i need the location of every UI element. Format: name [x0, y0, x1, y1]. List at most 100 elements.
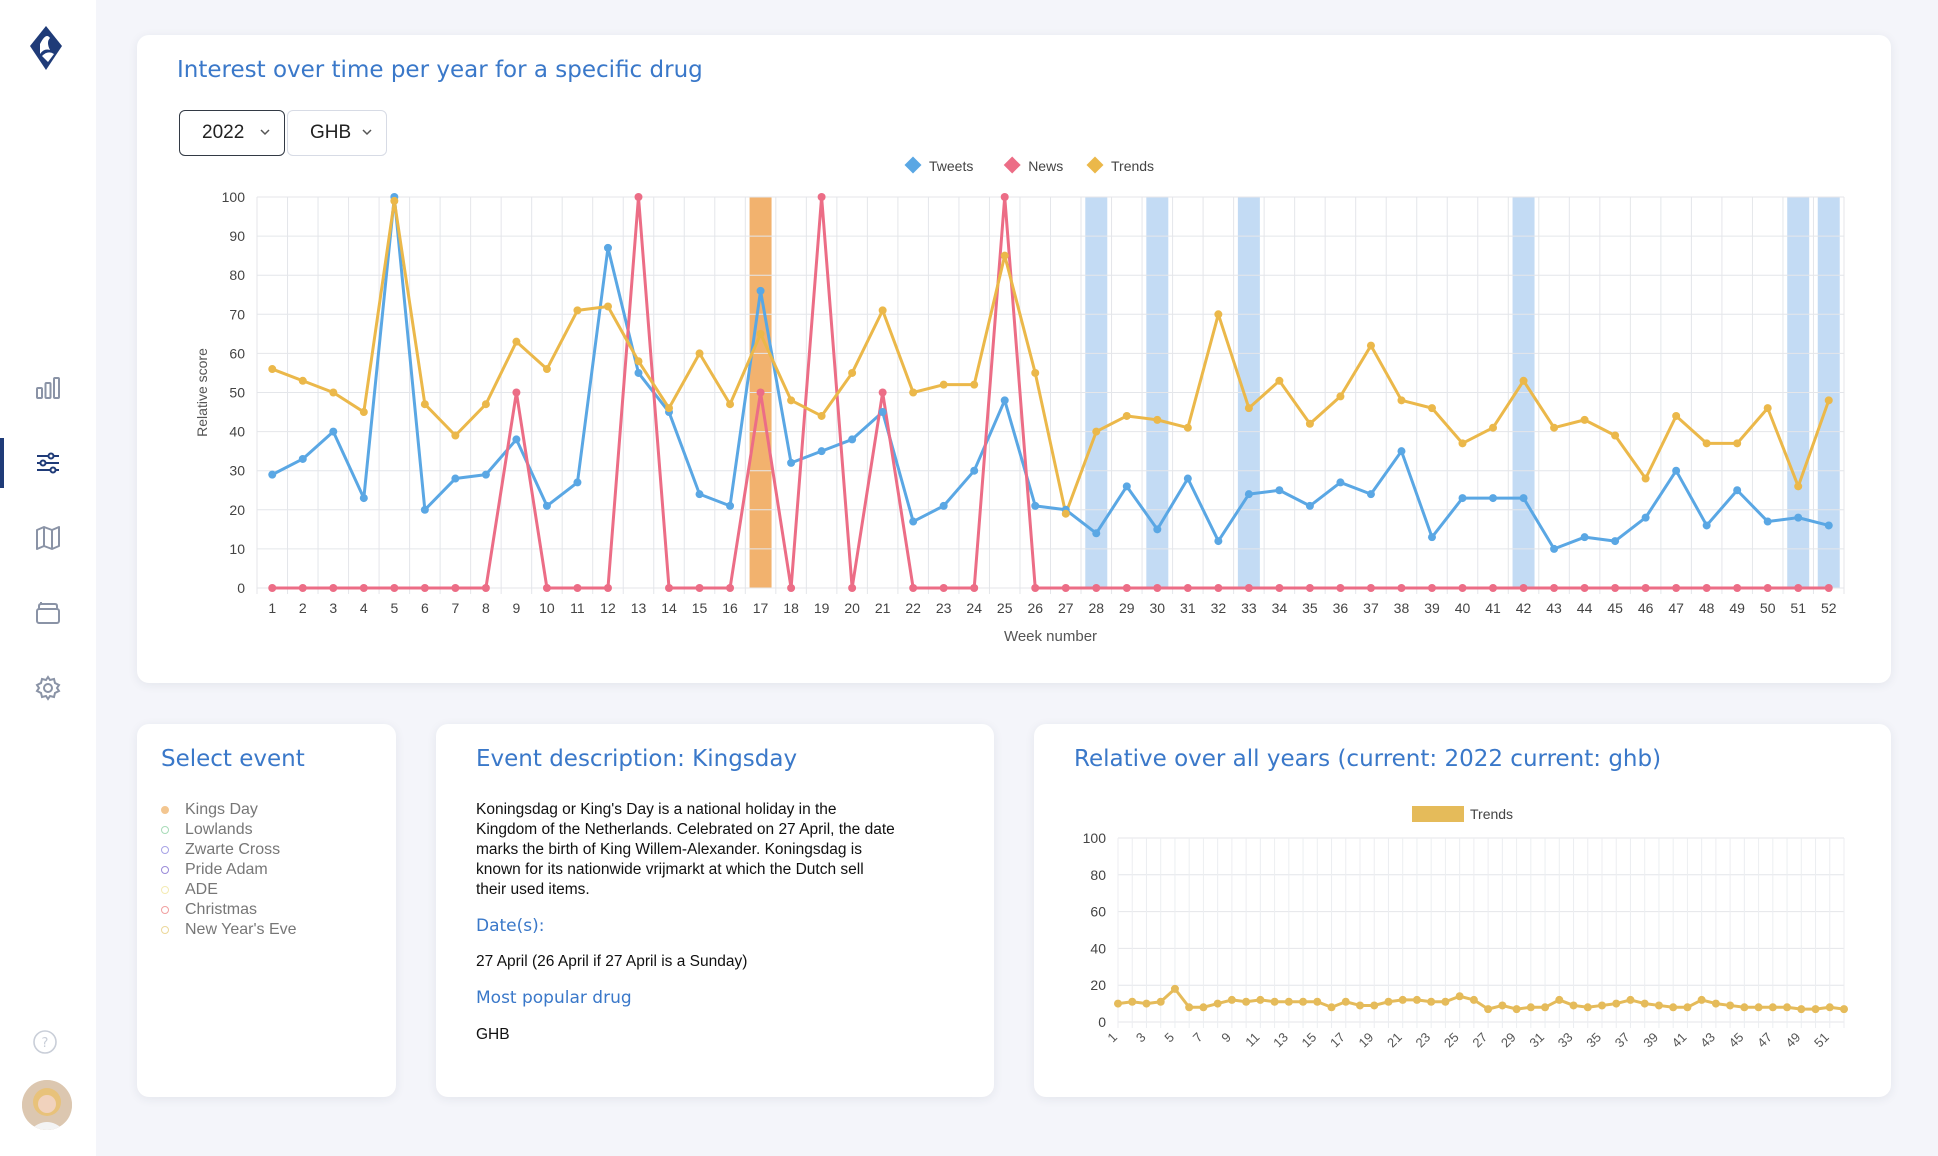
x-axis-label: Week number — [1004, 628, 1097, 645]
event-item[interactable]: Zwarte Cross — [161, 840, 297, 860]
data-point-tweets — [542, 501, 551, 510]
nav-item-charts[interactable] — [0, 363, 96, 413]
data-point-news — [1000, 193, 1009, 201]
question-icon[interactable]: ? — [32, 1029, 58, 1055]
data-point-trends — [573, 306, 582, 315]
x-tick-label: 37 — [1612, 1030, 1633, 1051]
data-point-news — [848, 584, 857, 592]
data-point-tweets — [268, 470, 277, 479]
avatar[interactable] — [22, 1080, 72, 1130]
data-point-tweets — [1092, 529, 1101, 538]
y-tick-label: 40 — [1090, 940, 1106, 956]
data-point-tweets — [512, 435, 521, 444]
nav-item-settings[interactable] — [0, 663, 96, 713]
data-point-trends — [1327, 1003, 1336, 1012]
event-item[interactable]: New Year's Eve — [161, 920, 297, 940]
gear-icon — [35, 675, 61, 701]
data-point-tweets — [695, 490, 704, 499]
data-point-trends — [1356, 1001, 1364, 1010]
data-point-news — [420, 584, 429, 592]
x-tick-label: 29 — [1498, 1030, 1519, 1051]
data-point-tweets — [329, 427, 338, 436]
nav-item-map[interactable] — [0, 513, 96, 563]
data-point-tweets — [298, 454, 307, 463]
x-tick-label: 31 — [1526, 1030, 1547, 1051]
x-tick-label: 10 — [539, 600, 555, 616]
data-point-tweets — [756, 286, 765, 295]
data-point-trends — [1336, 392, 1345, 401]
event-dot-icon — [161, 886, 169, 894]
data-point-trends — [1702, 439, 1711, 448]
data-point-news — [1275, 584, 1284, 592]
data-point-trends — [1840, 1005, 1848, 1014]
data-point-trends — [1640, 999, 1649, 1008]
data-point-tweets — [1550, 544, 1559, 553]
x-tick-label: 5 — [390, 600, 398, 616]
data-point-trends — [1550, 423, 1559, 432]
nav-item-archive[interactable] — [0, 588, 96, 638]
data-point-news — [939, 584, 948, 592]
x-tick-label: 45 — [1726, 1030, 1747, 1051]
data-point-trends — [1733, 439, 1742, 448]
data-point-tweets — [1702, 521, 1711, 530]
drug-select[interactable]: GHB — [287, 110, 387, 156]
data-point-news — [1153, 584, 1162, 592]
data-point-news — [1611, 584, 1620, 592]
x-tick-label: 49 — [1783, 1030, 1804, 1051]
year-select-value: 2022 — [202, 122, 245, 143]
x-tick-label: 32 — [1211, 600, 1227, 616]
data-point-trends — [1519, 376, 1528, 385]
data-point-trends — [1256, 995, 1265, 1004]
data-point-tweets — [481, 470, 490, 479]
year-select[interactable]: 2022 — [179, 110, 285, 156]
event-item[interactable]: Kings Day — [161, 800, 297, 820]
y-tick-label: 40 — [229, 424, 245, 440]
nav-item-filters[interactable] — [0, 438, 96, 488]
x-tick-label: 28 — [1088, 600, 1104, 616]
y-tick-label: 70 — [229, 306, 245, 322]
data-point-news — [665, 584, 674, 592]
x-tick-label: 51 — [1790, 600, 1806, 616]
data-point-news — [909, 584, 918, 592]
event-item[interactable]: Christmas — [161, 900, 297, 920]
data-point-tweets — [1275, 486, 1284, 495]
x-tick-label: 40 — [1455, 600, 1471, 616]
data-point-tweets — [1366, 490, 1375, 499]
x-tick-label: 39 — [1640, 1030, 1661, 1051]
data-point-news — [268, 584, 277, 592]
dates-value: 27 April (26 April if 27 April is a Sund… — [476, 953, 748, 970]
data-point-trends — [1825, 1003, 1834, 1012]
x-tick-label: 7 — [1190, 1030, 1206, 1046]
data-point-trends — [1122, 411, 1131, 420]
data-point-trends — [1313, 997, 1322, 1006]
data-point-trends — [1000, 251, 1009, 260]
event-item[interactable]: ADE — [161, 880, 297, 900]
event-dot-icon — [161, 906, 169, 914]
data-point-news — [1794, 584, 1803, 592]
relative-line-chart: 0204060801001 3 5 7 9 11 13 15 17 19 21 23 25 27 29 31 3… — [1083, 806, 1848, 1051]
data-point-news — [878, 388, 887, 397]
data-point-trends — [1794, 482, 1803, 491]
x-tick-label: 33 — [1241, 600, 1257, 616]
x-tick-label: 11 — [1242, 1030, 1262, 1050]
data-point-tweets — [603, 243, 612, 252]
event-item[interactable]: Pride Adam — [161, 860, 297, 880]
y-tick-label: 0 — [1098, 1014, 1106, 1030]
data-point-news — [726, 584, 735, 592]
data-point-news — [1214, 584, 1223, 592]
police-logo[interactable] — [26, 24, 66, 72]
data-point-trends — [1284, 997, 1293, 1006]
event-item[interactable]: Lowlands — [161, 820, 297, 840]
data-point-trends — [1569, 1001, 1578, 1010]
data-point-trends — [1654, 1001, 1663, 1010]
data-point-tweets — [726, 501, 735, 510]
data-point-news — [390, 584, 399, 592]
data-point-tweets — [1733, 486, 1742, 495]
x-tick-label: 15 — [1299, 1030, 1320, 1051]
data-point-tweets — [634, 368, 643, 377]
data-point-tweets — [1519, 494, 1528, 503]
x-tick-label: 50 — [1760, 600, 1776, 616]
data-point-trends — [1683, 1003, 1692, 1012]
chevron-down-icon — [260, 129, 270, 136]
drug-select-value: GHB — [310, 122, 352, 143]
